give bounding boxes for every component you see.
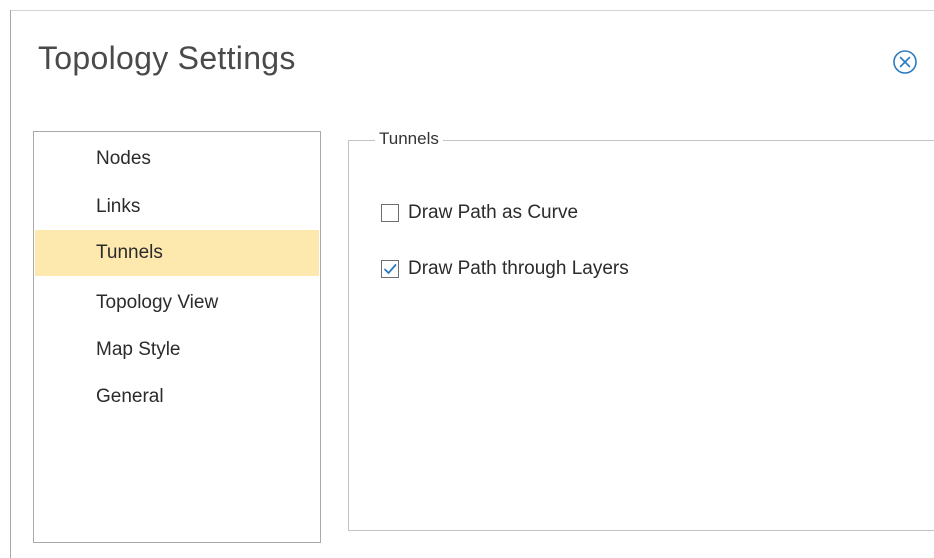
close-button[interactable] — [891, 48, 919, 76]
group-legend: Tunnels — [375, 129, 443, 149]
sidebar-item-general[interactable]: General — [35, 374, 319, 420]
option-label: Draw Path as Curve — [408, 202, 579, 223]
dialog-border-left — [10, 10, 11, 558]
checkmark-icon — [384, 264, 397, 274]
dialog-border-top — [10, 10, 934, 11]
dialog-title: Topology Settings — [38, 40, 296, 76]
sidebar-item-map-style[interactable]: Map Style — [35, 327, 319, 373]
draw-path-through-layers-option[interactable]: Draw Path through Layers — [381, 257, 629, 281]
sidebar-item-nodes[interactable]: Nodes — [35, 136, 319, 182]
option-label: Draw Path through Layers — [408, 258, 629, 279]
draw-path-through-layers-checkbox[interactable] — [381, 260, 399, 278]
draw-path-as-curve-option[interactable]: Draw Path as Curve — [381, 201, 578, 225]
sidebar-item-tunnels[interactable]: Tunnels — [35, 230, 319, 276]
draw-path-as-curve-checkbox[interactable] — [381, 204, 399, 222]
topology-settings-dialog: Topology Settings Nodes Links Tunnels To… — [0, 0, 934, 558]
sidebar-item-topology-view[interactable]: Topology View — [35, 280, 319, 326]
settings-category-list: Nodes Links Tunnels Topology View Map St… — [33, 131, 321, 543]
close-circle-icon — [893, 50, 917, 74]
sidebar-item-links[interactable]: Links — [35, 184, 319, 230]
tunnels-settings-group — [348, 140, 934, 531]
